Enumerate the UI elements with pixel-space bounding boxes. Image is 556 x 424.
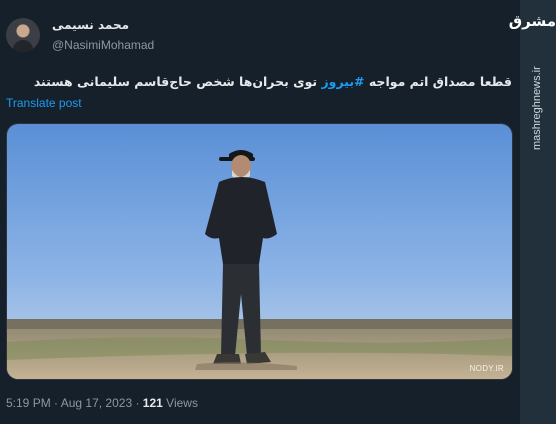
tweet-date[interactable]: Aug 17, 2023 <box>61 396 132 410</box>
hashtag-link[interactable]: #بیروز <box>321 74 364 89</box>
tweet: محمد نسیمی @NasimiMohamad قطعا مصداق اتم… <box>0 0 520 424</box>
tweet-meta: 5:19 PM · Aug 17, 2023 · 121 Views <box>6 396 198 410</box>
translate-post-link[interactable]: Translate post <box>6 96 82 110</box>
views-count: 121 <box>142 396 163 410</box>
brand-url: mashreghnews.ir <box>531 66 543 150</box>
photo-watermark: NODY.IR <box>469 364 504 373</box>
avatar[interactable] <box>6 18 40 52</box>
tweet-text-before: قطعا مصداق اتم مواجه <box>364 74 512 89</box>
mashregh-logo: مشرق <box>508 12 556 30</box>
meta-separator-2: · <box>132 396 143 410</box>
brand-url-wrap: mashreghnews.ir <box>525 40 551 152</box>
tweet-text-after: توی بحران‌ها شخص حاج‌قاسم سلیمانی هستند <box>33 74 322 89</box>
photo-scene <box>7 124 512 379</box>
views-label: Views <box>162 396 198 410</box>
tweet-text: قطعا مصداق اتم مواجه #بیروز توی بحران‌ها… <box>32 74 512 89</box>
author-handle[interactable]: @NasimiMohamad <box>52 38 154 52</box>
tweet-photo[interactable]: NODY.IR <box>6 123 513 380</box>
meta-separator: · <box>50 396 61 410</box>
tweet-time[interactable]: 5:19 PM <box>6 396 51 410</box>
author-name[interactable]: محمد نسیمی <box>52 18 129 32</box>
